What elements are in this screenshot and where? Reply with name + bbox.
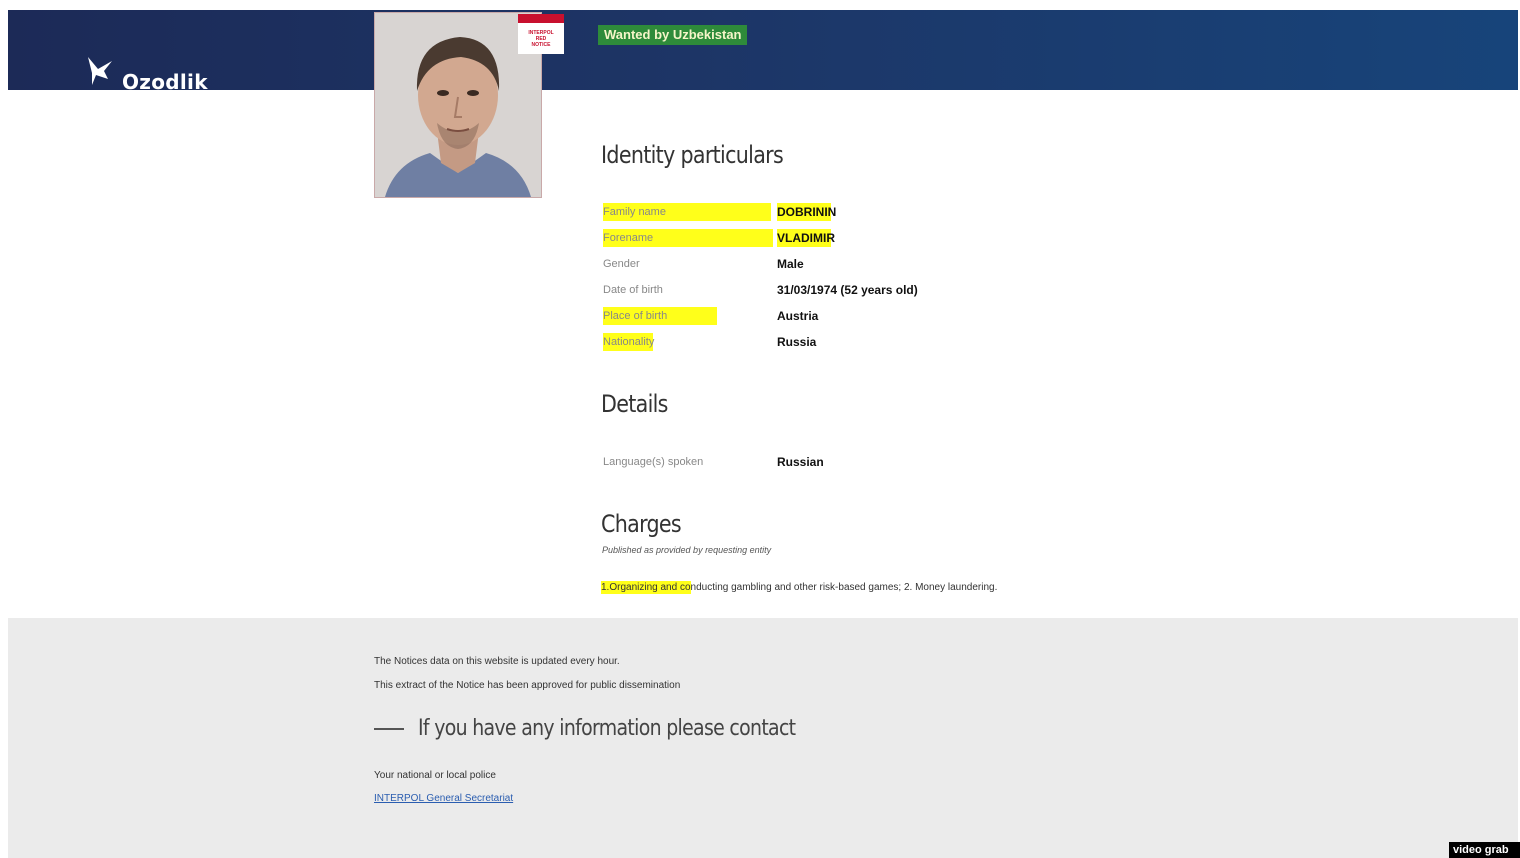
charges-text-highlighted: 1.Organizing and co (601, 581, 691, 594)
footer-update-note: The Notices data on this website is upda… (374, 656, 620, 667)
contact-heading-text: If you have any information please conta… (418, 716, 796, 741)
value-family-name: DOBRININ (777, 203, 837, 221)
footer-approval-note: This extract of the Notice has been appr… (374, 680, 681, 691)
charges-subtitle: Published as provided by requesting enti… (602, 545, 772, 555)
label-family-name: Family name (603, 203, 771, 221)
interpol-link[interactable]: INTERPOL General Secretariat (374, 793, 513, 804)
badge-line-3: NOTICE (531, 41, 551, 48)
identity-title: Identity particulars (601, 141, 784, 169)
wanted-by-tag: Wanted by Uzbekistan (598, 25, 748, 45)
details-title: Details (601, 390, 668, 418)
bird-icon (88, 57, 112, 85)
charges-text-rest: nducting gambling and other risk-based g… (690, 582, 998, 593)
label-date-of-birth: Date of birth (603, 284, 663, 296)
label-forename: Forename (603, 229, 773, 247)
value-gender: Male (777, 257, 804, 271)
header-band (8, 10, 1518, 90)
label-nationality: Nationality (603, 333, 654, 351)
ozodlik-logo[interactable]: Ozodlik (78, 48, 208, 94)
label-place-of-birth: Place of birth (603, 307, 717, 325)
value-forename: VLADIMIR (777, 229, 835, 247)
red-notice-badge: INTERPOL RED NOTICE (518, 14, 564, 54)
charges-text: 1.Organizing and conducting gambling and… (601, 580, 997, 596)
charges-title: Charges (601, 510, 682, 538)
frame-top (0, 0, 1520, 10)
person-photo (374, 12, 542, 198)
dash-divider (374, 727, 404, 730)
contact-heading: If you have any information please conta… (374, 716, 857, 741)
video-grab-watermark: video grab (1449, 842, 1520, 858)
value-place-of-birth: Austria (777, 309, 819, 323)
label-gender: Gender (603, 258, 640, 270)
logo-text: Ozodlik (122, 70, 208, 94)
value-date-of-birth: 31/03/1974 (52 years old) (777, 283, 918, 297)
value-languages: Russian (777, 455, 824, 469)
value-nationality: Russia (777, 335, 817, 349)
label-languages: Language(s) spoken (603, 456, 704, 468)
contact-police: Your national or local police (374, 770, 496, 781)
